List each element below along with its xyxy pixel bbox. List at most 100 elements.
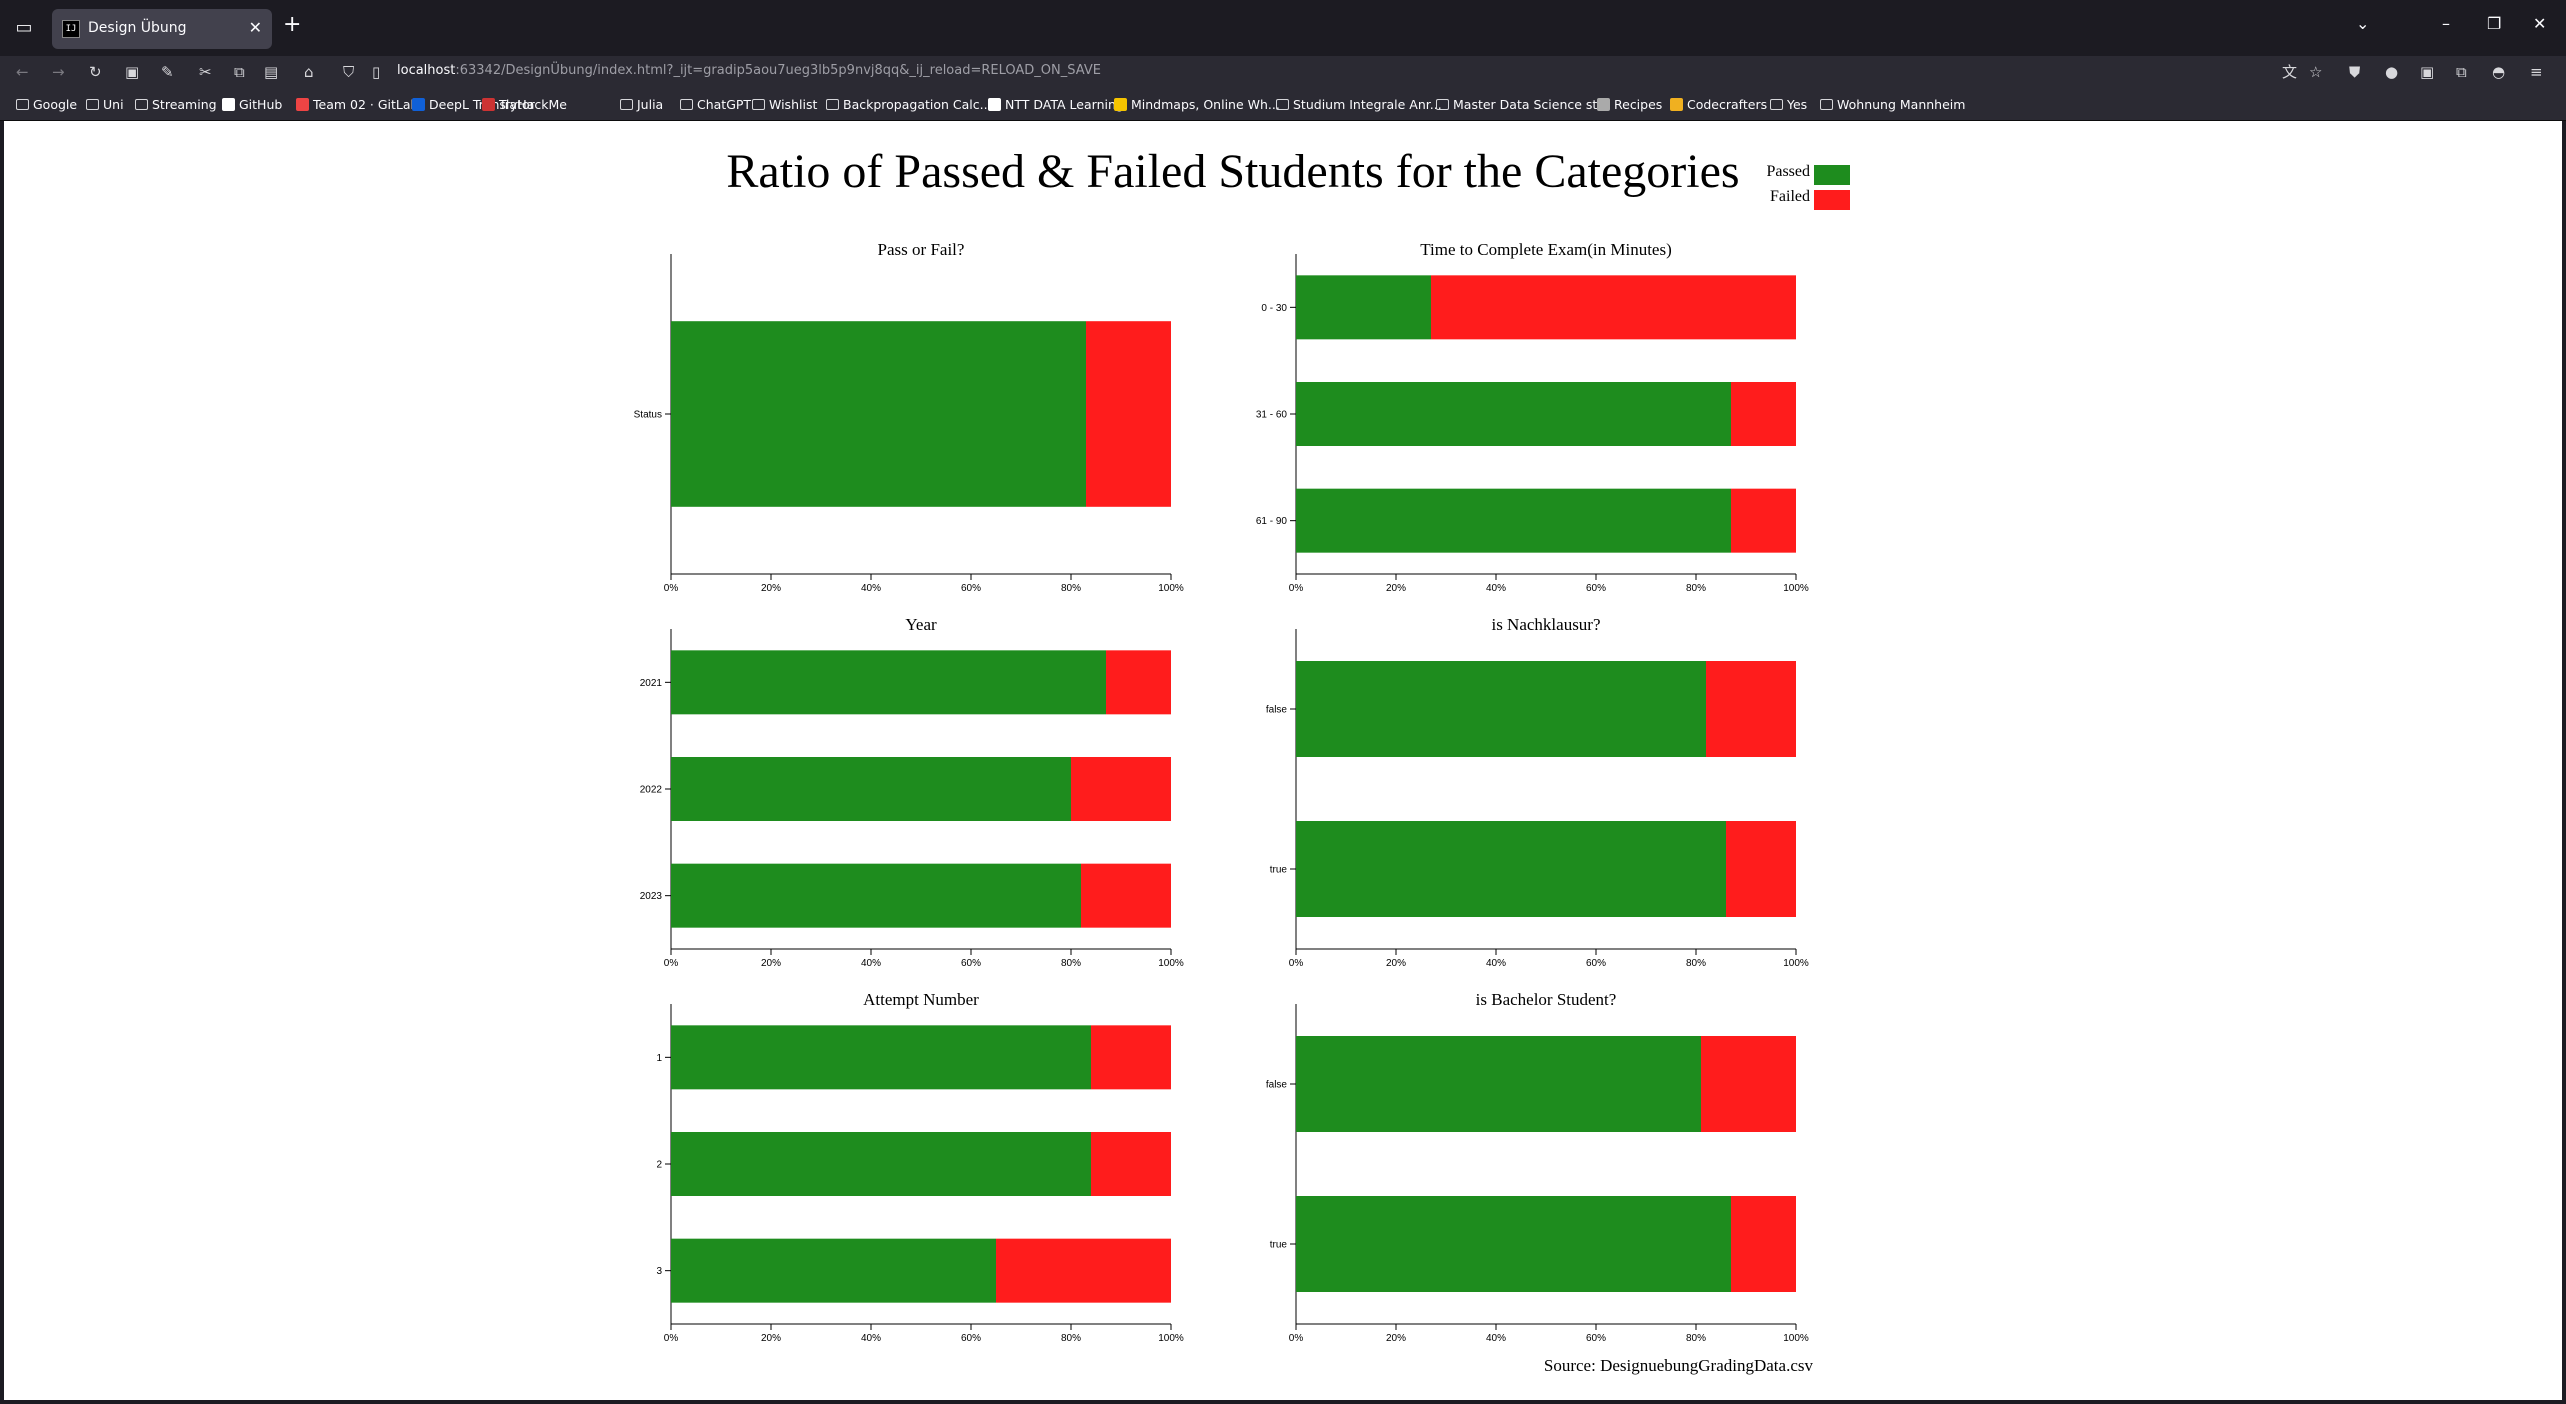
bar-failed [1726,821,1796,917]
paste-icon[interactable]: ▤ [264,62,278,82]
vpn-icon[interactable]: ◓ [2492,62,2505,82]
extensions-icon[interactable]: ⧉ [2456,62,2467,82]
x-tick-label: 100% [1158,583,1184,594]
bookmark-star-icon[interactable]: ☆ [2309,62,2322,82]
extension-icon[interactable]: ✎ [161,62,174,82]
folder-icon [16,99,29,110]
bar-passed [1296,821,1726,917]
close-window-icon[interactable]: ✕ [2533,14,2546,33]
folder-icon [752,99,765,110]
bookmark-item[interactable]: Julia [620,97,663,112]
bookmark-item[interactable]: Mindmaps, Online Wh... [1114,97,1280,112]
bookmark-label: Studium Integrale Anr... [1293,97,1442,112]
source-note: Source: DesignuebungGradingData.csv [1544,1356,1814,1375]
x-tick-label: 0% [664,958,679,969]
x-tick-label: 60% [961,958,981,969]
bookmark-label: Mindmaps, Online Wh... [1131,97,1280,112]
bar-failed [1071,757,1171,821]
bookmark-item[interactable]: Wishlist [752,97,817,112]
account-icon[interactable]: ● [2385,62,2398,82]
x-tick-label: 40% [861,1333,881,1344]
bookmark-item[interactable]: TryHackMe [482,97,567,112]
new-tab-icon[interactable]: + [283,14,301,36]
bookmark-favicon-icon [222,98,235,111]
forward-icon[interactable]: → [52,62,65,82]
bookmark-item[interactable]: Streaming [135,97,217,112]
bar-passed [671,650,1106,715]
navigation-bar: ← → ↻ ▣ ✎ ✂ ⧉ ▤ ⌂ ⛉ ▯ localhost:63342/De… [0,56,2566,88]
bar-passed [671,757,1071,821]
folder-icon [1770,99,1783,110]
webstorm-favicon-icon: IJ [62,20,80,38]
tracking-protection-icon[interactable]: ⛉ [343,62,354,82]
bookmark-item[interactable]: Wohnung Mannheim [1820,97,1965,112]
bar-failed [1431,275,1796,340]
bookmark-label: Master Data Science st... [1453,97,1610,112]
legend-swatch-failed [1814,190,1850,210]
bar-passed [671,321,1086,507]
bar-failed [1106,650,1171,715]
x-tick-label: 0% [664,583,679,594]
bookmark-label: TryHackMe [499,97,567,112]
bookmark-label: Yes [1787,97,1808,112]
x-tick-label: 0% [1289,1333,1304,1344]
bar-failed [1731,1196,1796,1292]
folder-icon [680,99,693,110]
bookmark-item[interactable]: Yes [1770,97,1807,112]
chart-title: Attempt Number [863,990,979,1009]
x-tick-label: 80% [1686,958,1706,969]
bookmark-item[interactable]: Master Data Science st... [1436,97,1609,112]
bookmark-favicon-icon [412,98,425,111]
x-tick-label: 40% [1486,583,1506,594]
extension-box-icon[interactable]: ▣ [2420,62,2434,82]
folder-icon [826,99,839,110]
translate-icon[interactable]: 文 [2282,62,2297,82]
tab-list-icon[interactable]: ▭ [14,18,34,38]
y-tick-label: 61 - 90 [1256,516,1288,527]
home-icon[interactable]: ⌂ [304,62,314,82]
legend-label: Passed [1766,163,1810,180]
url-bar[interactable]: localhost:63342/DesignÜbung/index.html?_… [397,63,1101,78]
bookmark-item[interactable]: Uni [86,97,124,112]
tab-bar: ▭ IJ Design Übung ✕ + ⌄ – ❐ ✕ [0,0,2566,56]
screenshot-icon[interactable]: ▣ [125,62,139,82]
bookmark-item[interactable]: Backpropagation Calc... [826,97,992,112]
bookmark-item[interactable]: ChatGPT [680,97,751,112]
x-tick-label: 40% [861,958,881,969]
tab-close-icon[interactable]: ✕ [249,18,262,37]
bar-failed [1091,1132,1171,1196]
bookmark-label: Recipes [1614,97,1663,112]
menu-icon[interactable]: ≡ [2530,62,2543,82]
bookmark-item[interactable]: GitHub [222,97,282,112]
reload-icon[interactable]: ↻ [89,62,102,82]
bookmark-item[interactable]: Studium Integrale Anr... [1276,97,1442,112]
folder-icon [620,99,633,110]
bookmark-label: Streaming [152,97,217,112]
bookmark-item[interactable]: Codecrafters [1670,97,1767,112]
chart-title: Year [905,615,937,634]
y-tick-label: Status [634,410,662,421]
bar-failed [1731,382,1796,446]
y-tick-label: 3 [656,1266,662,1277]
x-tick-label: 80% [1061,958,1081,969]
bookmark-favicon-icon [1114,98,1127,111]
x-tick-label: 20% [761,958,781,969]
pocket-icon[interactable]: ⛊ [2349,62,2360,82]
x-tick-label: 40% [1486,958,1506,969]
minimize-icon[interactable]: – [2442,14,2450,33]
bookmark-item[interactable]: NTT DATA Learning [988,97,1124,112]
cut-icon[interactable]: ✂ [199,62,212,82]
tab-active[interactable]: IJ Design Übung ✕ [52,9,272,49]
bookmark-favicon-icon [482,98,495,111]
list-all-tabs-icon[interactable]: ⌄ [2356,14,2369,33]
y-tick-label: true [1270,1240,1288,1251]
bookmark-item[interactable]: Google [16,97,77,112]
restore-icon[interactable]: ❐ [2487,14,2501,33]
bookmark-item[interactable]: Recipes [1597,97,1662,112]
bookmark-favicon-icon [988,98,1001,111]
copy-icon[interactable]: ⧉ [234,62,245,82]
bookmark-item[interactable]: Team 02 · GitLab [296,97,418,112]
page-info-icon[interactable]: ▯ [372,62,380,82]
back-icon[interactable]: ← [16,62,29,82]
x-tick-label: 80% [1686,1333,1706,1344]
